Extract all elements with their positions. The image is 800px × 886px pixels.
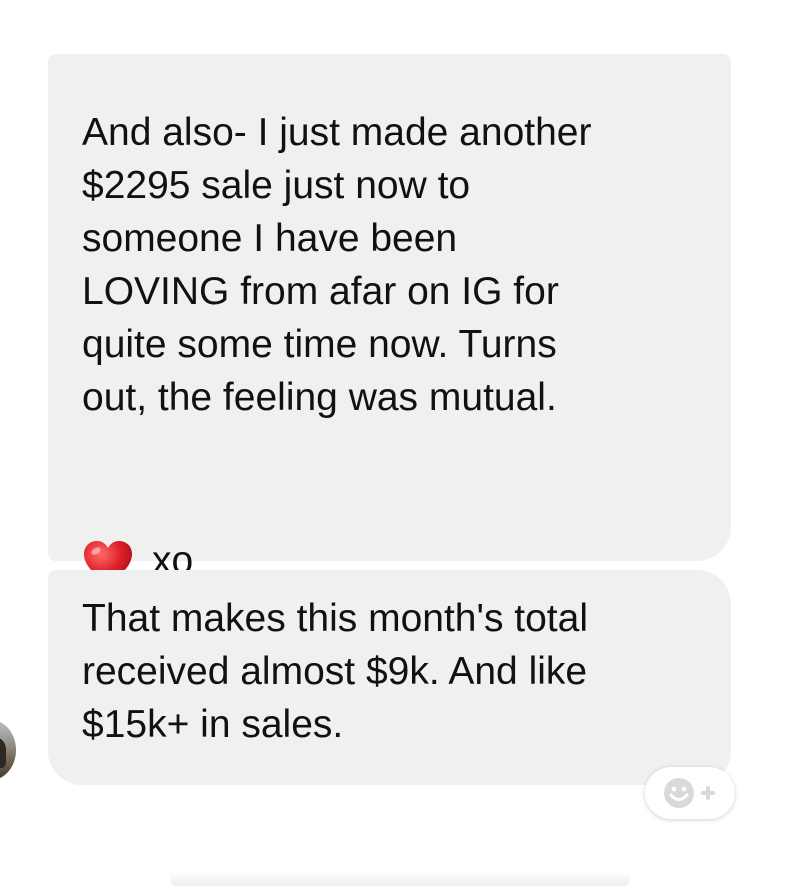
message-text: And also- I just made another $2295 sale… xyxy=(82,111,592,419)
smiley-plus-icon xyxy=(655,773,725,813)
message-thread: And also- I just made another $2295 sale… xyxy=(0,0,800,886)
message-bubble[interactable]: And also- I just made another $2295 sale… xyxy=(48,54,731,585)
sender-avatar[interactable] xyxy=(0,720,16,780)
message-bubble[interactable]: That makes this month's total received a… xyxy=(48,570,731,785)
add-reaction-button[interactable] xyxy=(645,767,735,819)
message-text: That makes this month's total received a… xyxy=(82,597,588,746)
